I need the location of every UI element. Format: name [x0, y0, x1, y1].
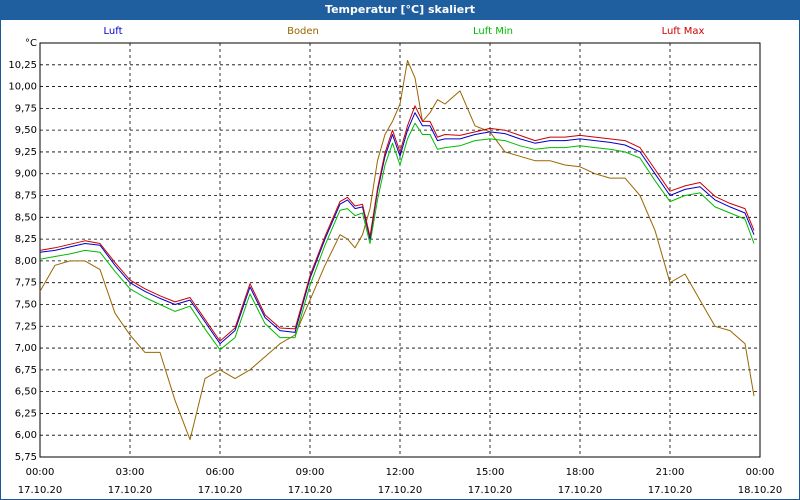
y-tick-label: 7,00	[15, 343, 37, 354]
y-axis-label: °C	[25, 38, 37, 49]
y-tick-label: 6,75	[15, 365, 37, 376]
x-tick-label-time: 00:00	[746, 467, 775, 478]
y-tick-label: 7,50	[15, 299, 37, 310]
y-tick-label: 8,50	[15, 212, 37, 223]
y-tick-label: 5,75	[15, 452, 37, 463]
y-tick-label: 9,00	[15, 169, 37, 180]
y-tick-label: 8,75	[15, 191, 37, 202]
legend-entry-luft-min: Luft Min	[473, 26, 513, 37]
y-tick-label: 6,00	[15, 430, 37, 441]
series-line-luft	[39, 112, 755, 345]
legend-entry-luft: Luft	[104, 26, 123, 37]
x-tick-label-time: 21:00	[656, 467, 685, 478]
y-tick-label: 7,25	[15, 321, 37, 332]
y-tick-label: 8,25	[15, 234, 37, 245]
y-tick-label: 9,50	[15, 125, 37, 136]
y-tick-label: 9,75	[15, 103, 37, 114]
y-tick-label: 10,00	[8, 82, 37, 93]
x-tick-label-time: 03:00	[116, 467, 145, 478]
x-tick-label-time: 15:00	[476, 467, 505, 478]
x-tick-label-time: 12:00	[386, 467, 415, 478]
series-line-boden	[39, 59, 755, 441]
x-tick-label-time: 06:00	[206, 467, 235, 478]
x-tick-label-time: 09:00	[296, 467, 325, 478]
y-tick-label: 8,00	[15, 256, 37, 267]
x-tick-label-date: 17.10.20	[18, 485, 63, 496]
y-tick-label: 6,25	[15, 408, 37, 419]
legend-entry-boden: Boden	[287, 26, 319, 37]
x-tick-label-date: 17.10.20	[468, 485, 513, 496]
x-tick-label-date: 18.10.20	[738, 485, 783, 496]
x-tick-label-date: 17.10.20	[558, 485, 603, 496]
x-tick-label-date: 17.10.20	[198, 485, 243, 496]
y-tick-label: 7,75	[15, 278, 37, 289]
series-line-luft-max	[39, 105, 755, 342]
x-tick-label-date: 17.10.20	[108, 485, 153, 496]
y-tick-label: 10,25	[8, 60, 37, 71]
x-tick-label-time: 18:00	[566, 467, 595, 478]
y-tick-label: 9,25	[15, 147, 37, 158]
x-tick-label-date: 17.10.20	[378, 485, 423, 496]
legend-entry-luft-max: Luft Max	[662, 26, 705, 37]
x-tick-label-time: 00:00	[26, 467, 55, 478]
x-tick-label-date: 17.10.20	[288, 485, 333, 496]
chart-canvas: 5,75 6,00 6,25 6,50 6,75 7,00 7,25 7,50 7,75 8,00…	[8, 26, 783, 496]
x-tick-label-date: 17.10.20	[648, 485, 693, 496]
y-tick-label: 6,50	[15, 387, 37, 398]
